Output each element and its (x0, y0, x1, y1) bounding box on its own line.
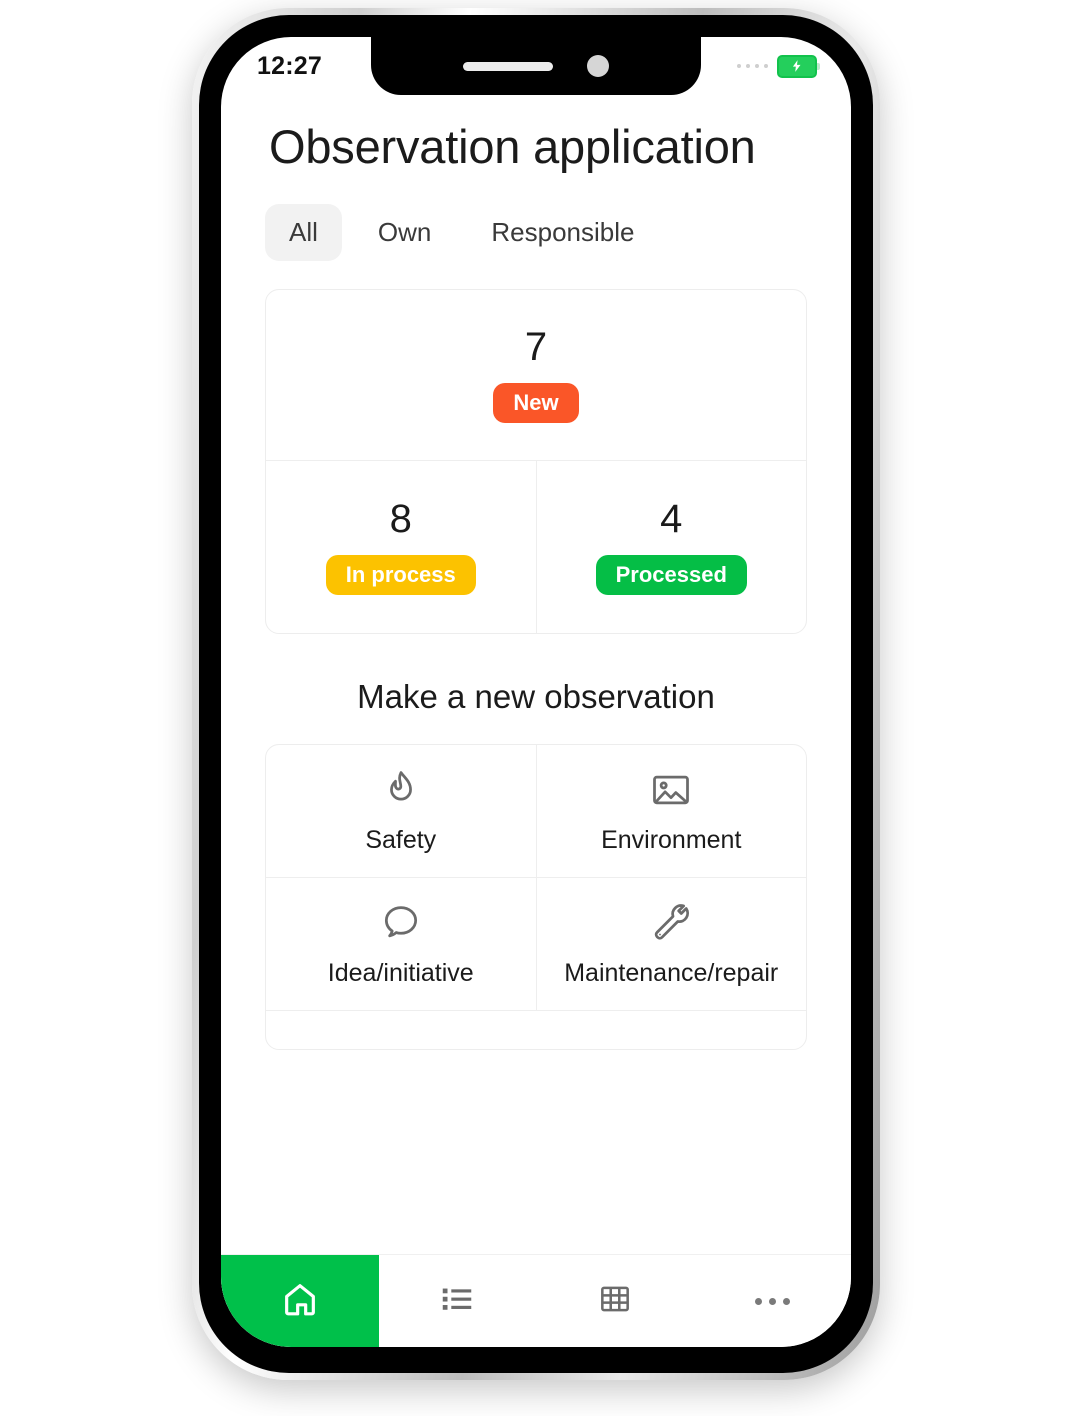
stat-in-process-count: 8 (389, 497, 412, 542)
action-maintenance-repair[interactable]: Maintenance/repair (535, 878, 807, 1011)
stat-in-process[interactable]: 8 In process (266, 461, 536, 633)
stat-processed[interactable]: 4 Processed (535, 461, 807, 634)
home-icon (280, 1279, 320, 1324)
action-safety-label: Safety (365, 825, 437, 854)
new-observation-card: Safety Environment Idea/initiative Maint… (265, 744, 807, 1051)
phone-screen: 12:27 Observation application All Own Re… (221, 37, 851, 1347)
filter-tabs: All Own Responsible (221, 174, 851, 262)
nav-item-more[interactable] (694, 1255, 852, 1347)
phone-body: 12:27 Observation application All Own Re… (199, 15, 873, 1373)
more-dots-icon (754, 1297, 790, 1305)
card-filler-row (266, 1011, 806, 1049)
signal-dots-icon (737, 64, 768, 68)
page-title: Observation application (269, 120, 756, 173)
action-row-bottom: Idea/initiative Maintenance/repair (266, 878, 807, 1012)
nav-item-home[interactable] (221, 1255, 379, 1347)
stat-new-count: 7 (524, 325, 548, 370)
status-indicators (737, 54, 820, 78)
battery-charging-icon (777, 54, 820, 78)
flame-icon (379, 768, 423, 812)
phone-frame: 12:27 Observation application All Own Re… (192, 8, 880, 1380)
tab-all[interactable]: All (265, 204, 342, 262)
stat-new[interactable]: 7 New (266, 290, 806, 462)
list-icon (438, 1280, 476, 1323)
stat-new-badge: New (493, 383, 579, 424)
action-maintenance-label: Maintenance/repair (564, 958, 779, 987)
grid-icon (596, 1280, 634, 1323)
action-row-top: Safety Environment (266, 745, 807, 879)
action-environment-label: Environment (601, 825, 742, 854)
stats-row: 8 In process 4 Processed (266, 461, 807, 634)
tab-own[interactable]: Own (354, 204, 455, 261)
nav-item-list[interactable] (379, 1255, 537, 1347)
stat-in-process-badge: In process (325, 555, 476, 596)
status-time: 12:27 (257, 51, 322, 80)
image-icon (649, 768, 693, 812)
nav-item-grid[interactable] (536, 1255, 694, 1347)
action-safety[interactable]: Safety (266, 745, 536, 877)
app-content: Observation application All Own Responsi… (221, 95, 851, 1347)
bottom-nav (221, 1254, 851, 1347)
action-idea-label: Idea/initiative (327, 958, 474, 987)
action-idea-initiative[interactable]: Idea/initiative (266, 878, 536, 1010)
speech-bubble-icon (379, 901, 423, 945)
section-heading: Make a new observation (357, 678, 715, 716)
status-bar: 12:27 (221, 37, 851, 95)
action-environment[interactable]: Environment (535, 745, 807, 878)
tab-responsible[interactable]: Responsible (467, 204, 658, 261)
stat-processed-count: 4 (660, 497, 683, 542)
stat-processed-badge: Processed (595, 555, 747, 596)
wrench-icon (649, 901, 693, 945)
stats-card: 7 New 8 In process 4 Processed (265, 289, 807, 635)
